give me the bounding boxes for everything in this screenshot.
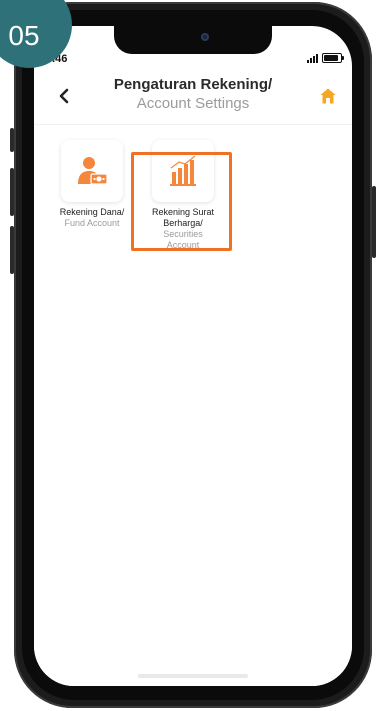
app-header: Pengaturan Rekening/ Account Settings bbox=[34, 72, 352, 124]
notch bbox=[114, 26, 272, 54]
camera-icon bbox=[201, 33, 209, 41]
volume-up-button bbox=[10, 168, 14, 216]
home-icon bbox=[320, 88, 336, 104]
volume-down-button bbox=[10, 226, 14, 274]
tile-card bbox=[61, 140, 123, 202]
step-highlight-box bbox=[131, 152, 232, 251]
battery-icon bbox=[322, 53, 344, 63]
tile-label-sub: Fund Account bbox=[64, 218, 120, 228]
page-title: Pengaturan Rekening/ bbox=[113, 76, 273, 93]
step-number: 05 bbox=[8, 20, 40, 51]
tile-label-main: Rekening Dana/ bbox=[59, 207, 125, 217]
signal-icon bbox=[307, 54, 318, 63]
mute-switch bbox=[10, 128, 14, 152]
status-icons bbox=[307, 53, 344, 63]
page-subtitle: Account Settings bbox=[136, 95, 250, 112]
phone-screen: 9.46 Pengaturan Rekening/ Account Settin… bbox=[34, 26, 352, 686]
menu-item-fund-account[interactable]: Rekening Dana/ Fund Account bbox=[55, 140, 129, 229]
fund-account-icon bbox=[78, 157, 108, 185]
home-indicator bbox=[138, 674, 248, 678]
power-button bbox=[372, 186, 376, 258]
home-button[interactable] bbox=[316, 84, 340, 108]
